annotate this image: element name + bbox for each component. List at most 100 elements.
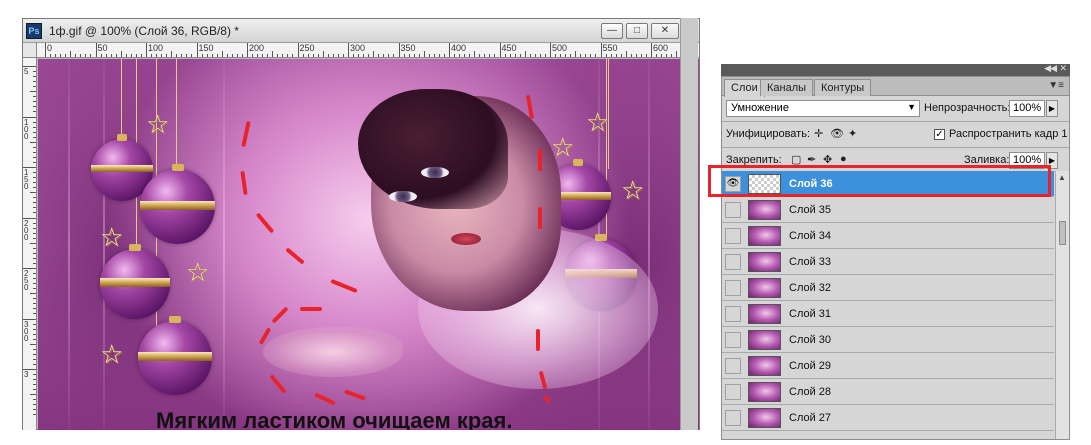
opacity-slider-arrow-icon[interactable]: ▶ (1046, 100, 1058, 117)
ruler-label: 2 5 0 (24, 269, 29, 292)
collapse-icon[interactable]: ◀◀ (1044, 63, 1057, 74)
panel-header-strip[interactable]: ◀◀ ✕ (721, 63, 1070, 76)
ornament-string (176, 59, 177, 169)
ruler-minor-tick (171, 51, 173, 57)
layer-thumbnail (748, 356, 781, 376)
visibility-toggle[interactable] (725, 410, 741, 426)
layer-row[interactable]: Слой 30 (722, 327, 1054, 353)
visibility-toggle[interactable] (725, 254, 741, 270)
layer-thumbnail (748, 382, 781, 402)
photoshop-icon: Ps (26, 23, 42, 39)
ruler-minor-tick (322, 51, 324, 57)
ruler-minor-tick (625, 51, 627, 57)
lock-all-icon[interactable]: ● (840, 153, 847, 165)
ruler-minor-tick (33, 187, 36, 189)
layer-row[interactable]: Слой 31 (722, 301, 1054, 327)
ruler-minor-tick (33, 262, 36, 264)
layer-row[interactable]: Слой 32 (722, 275, 1054, 301)
ruler-label: 50 (97, 43, 108, 53)
ruler-label: 1 0 0 (24, 117, 29, 141)
light-beam (68, 59, 70, 430)
restore-button[interactable]: □ (626, 23, 648, 39)
scroll-up-icon[interactable]: ▲ (1058, 173, 1066, 182)
blend-mode-select[interactable]: Умножение ▼ (726, 100, 920, 117)
tab-paths[interactable]: Контуры (814, 79, 872, 96)
blend-mode-value: Умножение (731, 102, 789, 114)
layer-name: Слой 34 (789, 230, 832, 242)
unify-position-icon[interactable]: ✛ (814, 127, 823, 140)
ruler-minor-tick (110, 54, 112, 57)
ruler-minor-tick (666, 54, 668, 57)
tab-channels[interactable]: Каналы (760, 79, 814, 96)
hand (263, 327, 403, 377)
document-window: Ps 1ф.gif @ 100% (Слой 36, RGB/8) * — □ … (22, 18, 700, 430)
ruler-minor-tick (272, 51, 274, 57)
ruler-tick (449, 43, 450, 57)
ruler-minor-tick (33, 384, 36, 386)
ruler-minor-tick (33, 409, 36, 411)
horizontal-ruler[interactable]: 0 50 100 150 200 250 300 350 400 450 500 550 600 (37, 43, 699, 58)
ruler-tick (247, 43, 248, 57)
visibility-toggle[interactable] (725, 306, 741, 322)
ruler-minor-tick (560, 54, 562, 57)
propagate-frame-checkbox[interactable]: ✓ (934, 129, 945, 140)
minimize-button[interactable]: — (601, 23, 623, 39)
ruler-tick (499, 43, 501, 57)
scroll-thumb[interactable] (1059, 221, 1066, 245)
visibility-toggle[interactable] (725, 358, 741, 374)
layer-row[interactable]: Слой 27 (722, 405, 1054, 431)
ruler-minor-tick (33, 283, 36, 285)
ruler-minor-tick (287, 54, 289, 57)
ruler-minor-tick (267, 54, 269, 57)
layers-scrollbar[interactable]: ▲ (1055, 171, 1069, 439)
ruler-minor-tick (33, 414, 36, 416)
layer-row[interactable]: Слой 34 (722, 223, 1054, 249)
eraser-guide-dash (542, 394, 552, 404)
ruler-minor-tick (388, 54, 390, 57)
layer-row[interactable]: Слой 29 (722, 353, 1054, 379)
ruler-minor-tick (115, 54, 117, 57)
image-canvas[interactable]: ☆ ☆ ☆ ☆ ☆ ☆ ☆ Мягким ластиком очищаем кр… (38, 59, 699, 430)
tab-layers[interactable]: Слои (724, 79, 765, 97)
layer-row[interactable]: Слой 28 (722, 379, 1054, 405)
ruler-minor-tick (595, 54, 597, 57)
visibility-toggle[interactable] (725, 228, 741, 244)
visibility-toggle[interactable] (725, 202, 741, 218)
ruler-minor-tick (630, 54, 632, 57)
panel-menu-icon[interactable]: ▼≡ (1048, 80, 1064, 91)
ruler-minor-tick (65, 54, 67, 57)
ruler-minor-tick (585, 54, 587, 57)
unify-visibility-icon[interactable]: 👁 (830, 127, 844, 140)
ruler-minor-tick (166, 54, 168, 57)
layer-row[interactable]: Слой 33 (722, 249, 1054, 275)
ruler-minor-tick (534, 54, 536, 57)
ruler-corner[interactable] (23, 43, 37, 58)
opacity-input[interactable]: 100% (1009, 100, 1045, 117)
document-titlebar[interactable]: Ps 1ф.gif @ 100% (Слой 36, RGB/8) * — □ … (23, 19, 699, 43)
close-button[interactable]: ✕ (651, 23, 679, 39)
ornament-string (121, 59, 122, 139)
ruler-minor-tick (342, 54, 344, 57)
ruler-minor-tick (373, 51, 375, 57)
ruler-minor-tick (55, 54, 57, 57)
document-scrollbar[interactable] (680, 18, 698, 430)
ruler-minor-tick (413, 54, 415, 57)
ruler-minor-tick (33, 328, 36, 330)
ruler-minor-tick (33, 247, 36, 249)
ruler-minor-tick (454, 54, 456, 57)
ruler-minor-tick (30, 394, 36, 396)
ruler-minor-tick (33, 308, 36, 310)
ruler-minor-tick (186, 54, 188, 57)
ruler-minor-tick (302, 54, 304, 57)
panel-close-icon[interactable]: ✕ (1059, 63, 1067, 74)
visibility-toggle[interactable] (725, 384, 741, 400)
instruction-caption: Мягким ластиком очищаем края. (156, 408, 513, 430)
chevron-down-icon: ▼ (907, 102, 916, 112)
visibility-toggle[interactable] (725, 332, 741, 348)
ruler-minor-tick (378, 54, 380, 57)
ruler-minor-tick (363, 54, 365, 57)
visibility-toggle[interactable] (725, 280, 741, 296)
vertical-ruler[interactable]: 5 1 0 0 1 5 0 2 0 0 2 5 0 3 0 0 3 (23, 58, 37, 430)
unify-style-icon[interactable]: ✦ (848, 127, 857, 140)
layer-row[interactable]: Слой 35 (722, 197, 1054, 223)
